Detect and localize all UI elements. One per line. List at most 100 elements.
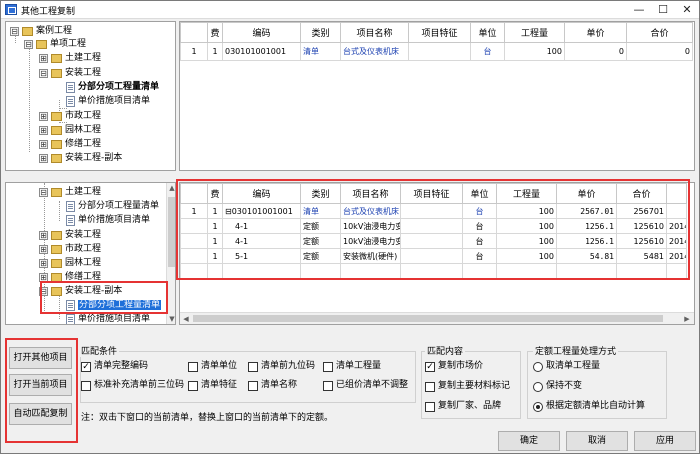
collapse-icon[interactable]: ⊟ [24, 40, 33, 49]
checkbox-priced-no-adjust[interactable]: 已组价清单不调整 [323, 380, 408, 392]
tree-node-garden[interactable]: ⊞ 园林工程 [39, 124, 101, 137]
radio-keep-unchanged[interactable]: 保持不变 [533, 381, 582, 393]
radio-circle[interactable] [533, 381, 543, 392]
expand-icon[interactable]: ⊞ [39, 126, 48, 135]
checkbox-box[interactable] [188, 380, 198, 391]
checkbox-supplement-three[interactable]: 标准补充清单前三位码 [81, 380, 184, 392]
expand-icon[interactable]: ⊞ [39, 112, 48, 121]
checkbox-unit[interactable]: 清单单位 [188, 361, 237, 373]
tree-node-project[interactable]: ⊟ 案例工程 [10, 25, 72, 38]
collapse-icon[interactable]: ⊟ [10, 27, 19, 36]
dialog-window: 其他工程复制 — ☐ ✕ ⊟ 案例工程 ⊟ 单项工程 ⊞ 土建工程 ⊟ 安装工程 分部分… [0, 0, 700, 454]
tree-node-municipal[interactable]: ⊞ 市政工程 [39, 110, 101, 123]
col-unit[interactable]: 单位 [470, 22, 505, 43]
document-icon [66, 82, 75, 93]
app-icon [5, 4, 17, 15]
scroll-down-icon[interactable]: ▼ [167, 314, 175, 324]
cancel-button[interactable]: 取消 [566, 431, 628, 451]
scroll-up-icon[interactable]: ▲ [167, 183, 175, 193]
top-bill-table-panel: 费 编码 类别 项目名称 项目特征 单位 工程量 单价 合价 1 1 03010… [179, 21, 695, 171]
quota-processing-title: 定额工程量处理方式 [533, 344, 619, 357]
apply-button[interactable]: 应用 [634, 431, 696, 451]
folder-icon [51, 126, 62, 135]
scroll-thumb[interactable] [168, 197, 175, 267]
checkbox-box[interactable] [425, 381, 435, 392]
document-icon [66, 201, 75, 212]
table-h-scrollbar[interactable]: ◀ ▶ [180, 312, 694, 324]
checkbox-box[interactable] [81, 380, 91, 391]
radio-circle-selected[interactable] [533, 401, 543, 412]
checkbox-box[interactable] [248, 380, 258, 391]
checkbox-box[interactable]: ✓ [81, 361, 91, 372]
maximize-icon[interactable]: ☐ [653, 2, 673, 17]
checkbox-box[interactable] [188, 361, 198, 372]
expand-icon[interactable]: ⊞ [39, 231, 48, 240]
folder-icon [51, 154, 62, 163]
tree-node-sub-item-list[interactable]: 分部分项工程量清单 [66, 81, 159, 94]
top-project-tree[interactable]: ⊟ 案例工程 ⊟ 单项工程 ⊞ 土建工程 ⊟ 安装工程 分部分项工程量清单 单价措施项目… [5, 21, 176, 171]
minimize-icon[interactable]: — [629, 2, 649, 17]
tree-node-garden[interactable]: ⊞ 园林工程 [39, 257, 101, 270]
tree-node-civil[interactable]: ⊟ 土建工程 [39, 186, 101, 199]
tree-node-repair[interactable]: ⊞ 修缮工程 [39, 138, 101, 151]
tree-node-municipal[interactable]: ⊞ 市政工程 [39, 243, 101, 256]
tree-node-unit-price-list[interactable]: 单价措施项目清单 [66, 95, 150, 108]
col-total[interactable]: 合价 [626, 22, 693, 43]
radio-take-bill-quantity[interactable]: 取清单工程量 [533, 361, 600, 373]
highlight-box [40, 281, 168, 314]
collapse-icon[interactable]: ⊟ [39, 188, 48, 197]
close-icon[interactable]: ✕ [677, 2, 697, 17]
checkbox-copy-market-price[interactable]: ✓ 复制市场价 [425, 361, 483, 373]
table-row[interactable]: 1 1 030101001001 清单 台式及仪表机床 台 100 0 0 [180, 42, 693, 61]
ok-button[interactable]: 确定 [498, 431, 560, 451]
scroll-left-icon[interactable]: ◀ [181, 314, 191, 324]
radio-circle[interactable] [533, 361, 543, 372]
checkbox-box[interactable]: ✓ [425, 361, 435, 372]
col-price[interactable]: 单价 [564, 22, 627, 43]
match-conditions-group [80, 351, 416, 403]
top-bill-table: 费 编码 类别 项目名称 项目特征 单位 工程量 单价 合价 1 1 03010… [180, 22, 693, 61]
checkbox-copy-material-mark[interactable]: 复制主要材料标记 [425, 381, 510, 393]
expand-icon[interactable]: ⊞ [39, 54, 48, 63]
match-conditions-title: 匹配条件 [79, 344, 120, 357]
checkbox-box[interactable] [248, 361, 258, 372]
checkbox-feature[interactable]: 清单特征 [188, 380, 237, 392]
checkbox-box[interactable] [323, 380, 333, 391]
collapse-icon[interactable]: ⊟ [39, 69, 48, 78]
col-code[interactable]: 编码 [222, 22, 301, 43]
checkbox-box[interactable] [323, 361, 333, 372]
scroll-right-icon[interactable]: ▶ [682, 314, 692, 324]
col-index [180, 22, 208, 43]
tree-node-unit-price-list[interactable]: 单价措施项目清单 [66, 214, 150, 227]
scroll-thumb[interactable] [193, 315, 663, 322]
col-name[interactable]: 项目名称 [340, 22, 409, 43]
radio-auto-calculate[interactable]: 根据定额清单比自动计算 [533, 401, 645, 413]
tree-node-install-copy[interactable]: ⊞ 安装工程-副本 [39, 152, 122, 165]
folder-icon [51, 245, 62, 254]
table-header: 费 编码 类别 项目名称 项目特征 单位 工程量 单价 合价 [180, 22, 693, 43]
checkbox-full-code[interactable]: ✓ 清单完整编码 [81, 361, 148, 373]
tree-node-civil[interactable]: ⊞ 土建工程 [39, 52, 101, 65]
col-type[interactable]: 类别 [300, 22, 341, 43]
expand-icon[interactable]: ⊞ [39, 140, 48, 149]
tree-node-single-item[interactable]: ⊟ 单项工程 [24, 38, 86, 51]
tree-node-sub-item-list[interactable]: 分部分项工程量清单 [66, 200, 159, 213]
checkbox-first-nine[interactable]: 清单前九位码 [248, 361, 315, 373]
checkbox-box[interactable] [425, 401, 435, 412]
expand-icon[interactable]: ⊞ [39, 154, 48, 163]
col-qty[interactable]: 工程量 [504, 22, 565, 43]
checkbox-name[interactable]: 清单名称 [248, 380, 297, 392]
expand-icon[interactable]: ⊞ [39, 259, 48, 268]
checkbox-copy-brand[interactable]: 复制厂家、品牌 [425, 401, 501, 413]
tree-node-install[interactable]: ⊞ 安装工程 [39, 229, 101, 242]
document-icon [66, 215, 75, 226]
tree-node-unit-price-list[interactable]: 单价措施项目清单 [66, 313, 150, 324]
document-icon [66, 314, 75, 324]
col-feature[interactable]: 项目特征 [408, 22, 471, 43]
hint-note: 注：双击下窗口的当前清单，替换上窗口的当前清单下的定额。 [81, 413, 334, 423]
checkbox-quantity[interactable]: 清单工程量 [323, 361, 381, 373]
col-fee[interactable]: 费 [207, 22, 223, 43]
tree-node-install[interactable]: ⊟ 安装工程 [39, 67, 101, 80]
folder-icon [51, 54, 62, 63]
expand-icon[interactable]: ⊞ [39, 245, 48, 254]
